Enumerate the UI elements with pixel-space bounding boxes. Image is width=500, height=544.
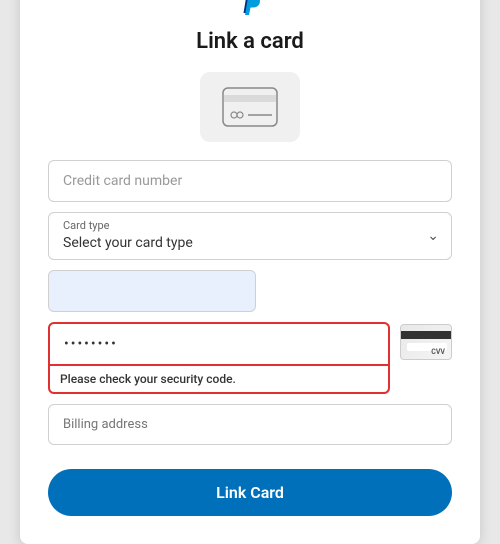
security-error-message: Please check your security code.	[48, 366, 390, 394]
card-type-wrapper: Card type Select your card type Visa Mas…	[48, 212, 452, 260]
link-card-modal: ✕ Link a card Card type Select your card…	[20, 0, 480, 544]
billing-address-input[interactable]	[48, 404, 452, 445]
security-code-input[interactable]	[48, 322, 390, 366]
close-button[interactable]: ✕	[445, 0, 466, 1]
expiry-input[interactable]	[48, 270, 256, 312]
page-title: Link a card	[48, 29, 452, 54]
security-input-wrapper: Please check your security code.	[48, 322, 390, 394]
card-illustration	[48, 72, 452, 142]
credit-card-field-group	[48, 160, 452, 202]
card-type-label: Card type	[49, 213, 451, 232]
cvv-illustration: CVV	[400, 324, 452, 360]
billing-field-group	[48, 404, 452, 445]
card-type-select[interactable]: Select your card type Visa Mastercard Am…	[49, 233, 451, 259]
paypal-logo	[48, 0, 452, 19]
expiry-field-group	[48, 270, 452, 312]
card-type-field-group: Card type Select your card type Visa Mas…	[48, 212, 452, 260]
link-card-button[interactable]: Link Card	[48, 469, 452, 516]
security-field-group: Please check your security code. CVV	[48, 322, 452, 394]
credit-card-input[interactable]	[48, 160, 452, 202]
